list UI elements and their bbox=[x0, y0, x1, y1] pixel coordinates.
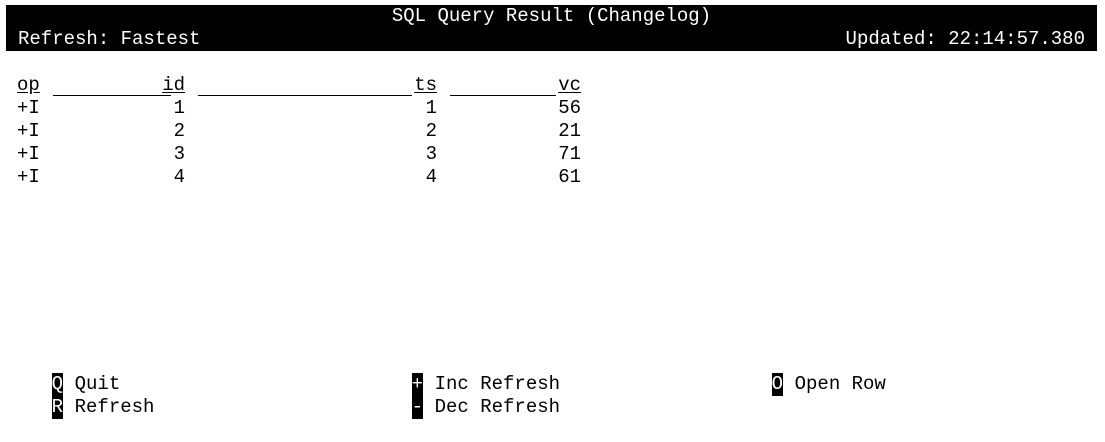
cell-ts: 4 bbox=[425, 166, 437, 188]
cell-ts: 3 bbox=[425, 143, 437, 165]
shortcut-label: Refresh bbox=[74, 396, 155, 418]
key-r: R bbox=[51, 396, 63, 419]
cell-id: 3 bbox=[173, 143, 185, 165]
column-header-op: op bbox=[17, 74, 40, 96]
refresh-shortcut[interactable]: R Refresh bbox=[6, 373, 154, 442]
table-row[interactable]: +I 2 2 21 bbox=[0, 120, 600, 143]
cell-ts: 2 bbox=[425, 120, 437, 142]
refresh-rate-status: Refresh: Fastest bbox=[18, 28, 201, 50]
cell-op: +I bbox=[17, 97, 40, 119]
column-header-id: id bbox=[162, 74, 185, 96]
open-row-shortcut[interactable]: O Open Row bbox=[726, 350, 886, 419]
cell-id: 1 bbox=[173, 97, 185, 119]
cell-ts: 1 bbox=[425, 97, 437, 119]
table-row[interactable]: +I 3 3 71 bbox=[0, 143, 600, 166]
key-minus: - bbox=[411, 396, 423, 419]
cell-id: 2 bbox=[173, 120, 185, 142]
cell-vc: 61 bbox=[558, 166, 581, 188]
cell-id: 4 bbox=[173, 166, 185, 188]
table-row[interactable]: +I 1 1 56 bbox=[0, 97, 600, 120]
cell-op: +I bbox=[17, 166, 40, 188]
cell-op: +I bbox=[17, 120, 40, 142]
shortcut-label: Open Row bbox=[794, 373, 886, 395]
window-title: SQL Query Result (Changelog) bbox=[391, 5, 712, 27]
column-header-ts: ts bbox=[414, 74, 437, 96]
shortcut-label: Dec Refresh bbox=[434, 396, 561, 418]
cell-vc: 71 bbox=[558, 143, 581, 165]
cell-vc: 21 bbox=[558, 120, 581, 142]
key-o: O bbox=[771, 373, 783, 396]
header-bar: SQL Query Result (Changelog) Refresh: Fa… bbox=[6, 5, 1097, 51]
column-header-vc: vc bbox=[558, 74, 581, 96]
table-row[interactable]: +I 4 4 61 bbox=[0, 166, 600, 189]
cell-op: +I bbox=[17, 143, 40, 165]
cell-vc: 56 bbox=[558, 97, 581, 119]
last-updated-status: Updated: 22:14:57.380 bbox=[845, 28, 1085, 50]
dec-refresh-shortcut[interactable]: - Dec Refresh bbox=[366, 373, 560, 442]
